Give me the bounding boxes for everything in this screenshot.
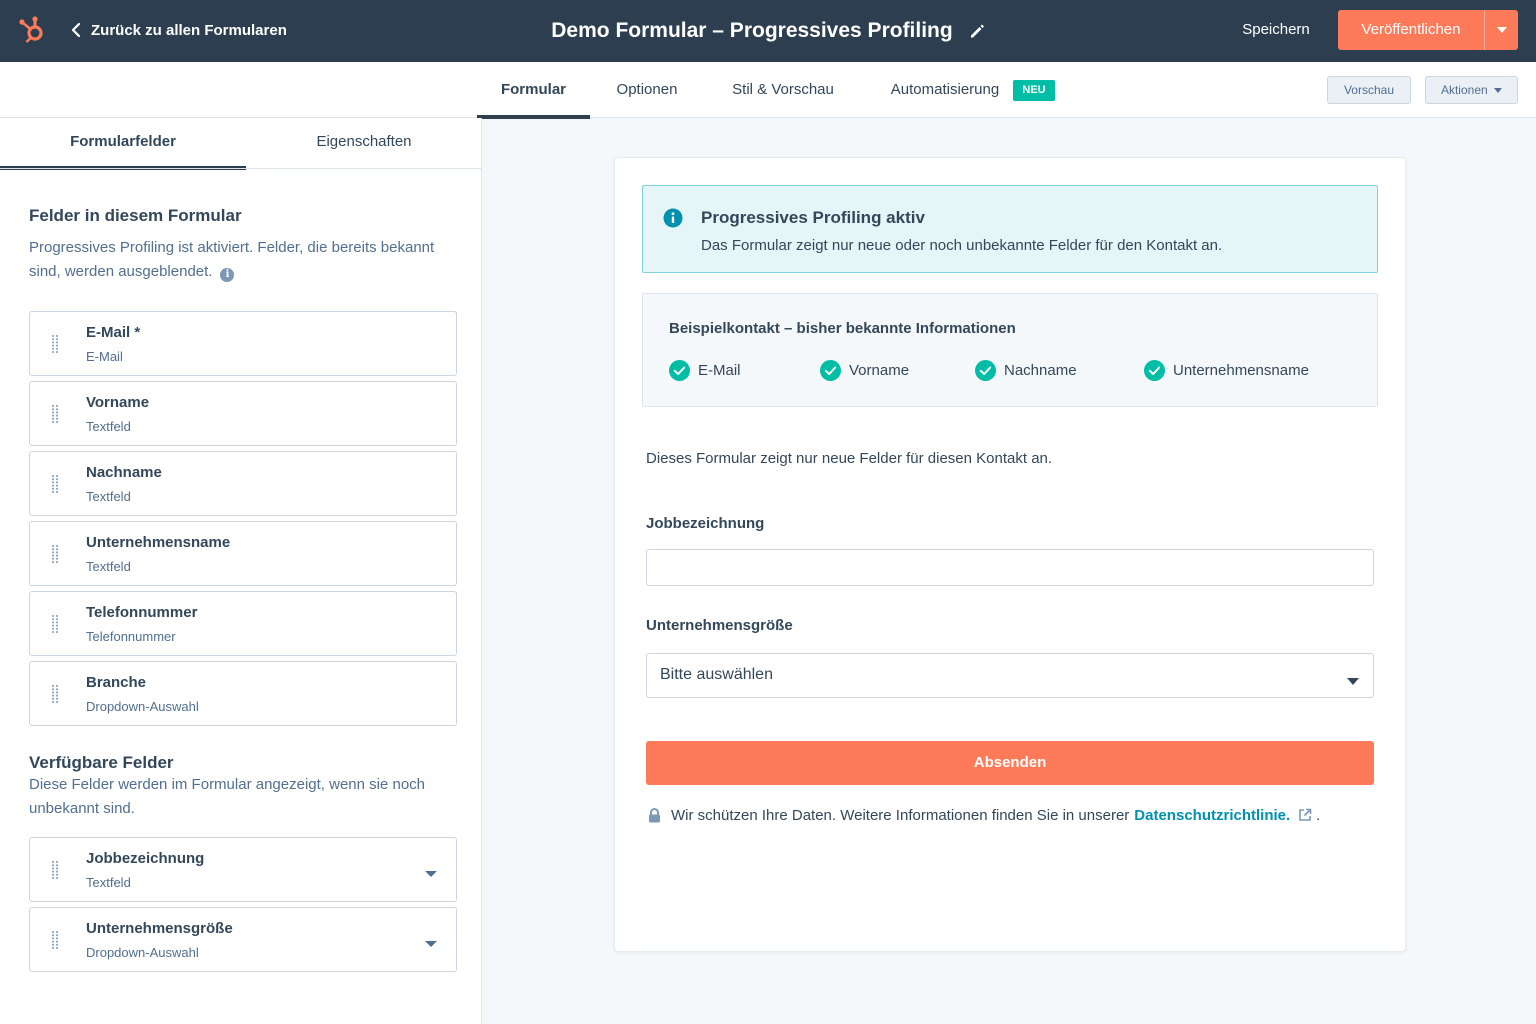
known-field-item: Vorname xyxy=(820,358,909,382)
privacy-policy-link[interactable]: Datenschutzrichtlinie. xyxy=(1134,807,1290,824)
form-title[interactable]: Demo Formular – Progressives Profiling xyxy=(551,19,952,43)
privacy-text: Wir schützen Ihre Daten. Weitere Informa… xyxy=(671,806,1130,824)
tab-formularfelder[interactable]: Formularfelder xyxy=(0,118,246,170)
available-fields-description: Diese Felder werden im Formular angezeig… xyxy=(29,776,426,817)
back-to-forms-link[interactable]: Zurück zu allen Formularen xyxy=(70,18,287,42)
drag-handle-icon[interactable] xyxy=(50,930,60,950)
company-size-select[interactable]: Bitte auswählen xyxy=(646,653,1374,698)
known-field-label: Unternehmensname xyxy=(1173,361,1309,379)
field-card[interactable]: Vorname Textfeld xyxy=(29,381,457,446)
tab-optionen[interactable]: Optionen xyxy=(598,62,696,118)
form-fields-description: Progressives Profiling ist aktiviert. Fe… xyxy=(29,236,449,284)
alert-text: Das Formular zeigt nur neue oder noch un… xyxy=(701,237,1223,254)
field-card[interactable]: Unternehmensgröße Dropdown-Auswahl xyxy=(29,907,457,972)
submit-button[interactable]: Absenden xyxy=(646,741,1374,785)
editor-tabs: Formular Optionen Stil & Vorschau Automa… xyxy=(0,62,1536,119)
form-fields-heading: Felder in diesem Formular xyxy=(29,206,242,225)
info-icon[interactable]: i xyxy=(220,268,235,282)
known-field-item: Unternehmensname xyxy=(1144,358,1309,382)
known-contact-info: Beispielkontakt – bisher bekannte Inform… xyxy=(642,293,1378,407)
actions-label: Aktionen xyxy=(1440,83,1488,97)
field-card[interactable]: Nachname Textfeld xyxy=(29,451,457,516)
divider xyxy=(0,168,482,169)
preview-button[interactable]: Vorschau xyxy=(1327,76,1411,104)
company-size-label: Unternehmensgröße xyxy=(646,617,793,634)
check-circle-icon xyxy=(820,359,841,381)
known-field-label: Nachname xyxy=(1004,361,1077,379)
chevron-left-icon xyxy=(71,22,81,38)
actions-dropdown-button[interactable]: Aktionen xyxy=(1425,76,1518,104)
back-label: Zurück zu allen Formularen xyxy=(91,21,287,39)
privacy-notice: Wir schützen Ihre Daten. Weitere Informa… xyxy=(648,804,1320,826)
company-size-selected-value: Bitte auswählen xyxy=(660,666,773,683)
field-name: Vorname xyxy=(86,394,150,411)
new-badge: NEU xyxy=(1013,80,1055,101)
drag-handle-icon[interactable] xyxy=(50,614,60,634)
field-card[interactable]: Telefonnummer Telefonnummer xyxy=(29,591,457,656)
job-title-input[interactable] xyxy=(646,549,1374,586)
field-type: E-Mail xyxy=(86,349,123,364)
known-field-label: Vorname xyxy=(849,361,910,379)
field-name: Jobbezeichnung xyxy=(86,850,205,867)
form-note: Dieses Formular zeigt nur neue Felder fü… xyxy=(646,450,1053,467)
field-card[interactable]: Jobbezeichnung Textfeld xyxy=(29,837,457,902)
tab-automatisierung[interactable]: Automatisierung xyxy=(876,62,1014,118)
field-type: Textfeld xyxy=(86,875,131,890)
drag-handle-icon[interactable] xyxy=(50,684,60,704)
job-title-label: Jobbezeichnung xyxy=(646,515,765,532)
field-card[interactable]: Branche Dropdown-Auswahl xyxy=(29,661,457,726)
drag-handle-icon[interactable] xyxy=(50,404,60,424)
publish-button-group: Veröffentlichen xyxy=(1338,10,1518,50)
field-card[interactable]: Unternehmensname Textfeld xyxy=(29,521,457,586)
tab-eigenschaften[interactable]: Eigenschaften xyxy=(246,118,482,168)
drag-handle-icon[interactable] xyxy=(50,474,60,494)
alert-title: Progressives Profiling aktiv xyxy=(701,208,925,227)
lock-icon xyxy=(648,807,661,823)
field-name: Unternehmensname xyxy=(86,534,231,551)
known-field-item: E-Mail xyxy=(669,358,741,382)
caret-down-icon[interactable] xyxy=(424,936,438,947)
field-name: Unternehmensgröße xyxy=(86,920,233,937)
caret-down-icon xyxy=(1347,672,1359,690)
progressive-profiling-alert: Progressives Profiling aktiv Das Formula… xyxy=(642,185,1378,273)
known-field-item: Nachname xyxy=(975,358,1077,382)
available-fields-heading: Verfügbare Felder xyxy=(29,753,174,772)
field-name: Branche xyxy=(86,674,147,691)
pencil-icon[interactable] xyxy=(969,23,985,39)
check-circle-icon xyxy=(1144,359,1165,381)
publish-button[interactable]: Veröffentlichen xyxy=(1338,10,1484,50)
drag-handle-icon[interactable] xyxy=(50,860,60,880)
field-name: E-Mail * xyxy=(86,324,141,341)
save-button[interactable]: Speichern xyxy=(1228,18,1324,42)
field-name: Telefonnummer xyxy=(86,604,198,621)
privacy-period: . xyxy=(1316,806,1321,824)
top-bar: Zurück zu allen Formularen Demo Formular… xyxy=(0,0,1536,62)
external-link-icon[interactable] xyxy=(1298,808,1312,822)
caret-down-icon[interactable] xyxy=(424,866,438,877)
field-name: Nachname xyxy=(86,464,162,481)
check-circle-icon xyxy=(975,359,996,381)
check-circle-icon xyxy=(669,359,690,381)
tab-stil-vorschau[interactable]: Stil & Vorschau xyxy=(718,62,848,118)
field-type: Textfeld xyxy=(86,489,131,504)
known-info-title: Beispielkontakt – bisher bekannte Inform… xyxy=(669,320,1016,337)
hubspot-logo-icon[interactable] xyxy=(18,15,48,45)
tab-formular[interactable]: Formular xyxy=(477,62,590,119)
field-card[interactable]: E-Mail * E-Mail xyxy=(29,311,457,376)
field-type: Textfeld xyxy=(86,419,131,434)
caret-down-icon xyxy=(1494,88,1503,93)
caret-down-icon xyxy=(1496,27,1507,33)
drag-handle-icon[interactable] xyxy=(50,334,60,354)
drag-handle-icon[interactable] xyxy=(50,544,60,564)
left-sidebar: Formularfelder Eigenschaften Felder in d… xyxy=(0,118,482,1024)
field-type: Dropdown-Auswahl xyxy=(86,945,199,960)
info-circle-icon xyxy=(663,208,683,233)
publish-dropdown-button[interactable] xyxy=(1484,10,1518,50)
known-field-label: E-Mail xyxy=(698,361,741,379)
field-type: Textfeld xyxy=(86,559,131,574)
field-type: Dropdown-Auswahl xyxy=(86,699,199,714)
field-type: Telefonnummer xyxy=(86,629,176,644)
